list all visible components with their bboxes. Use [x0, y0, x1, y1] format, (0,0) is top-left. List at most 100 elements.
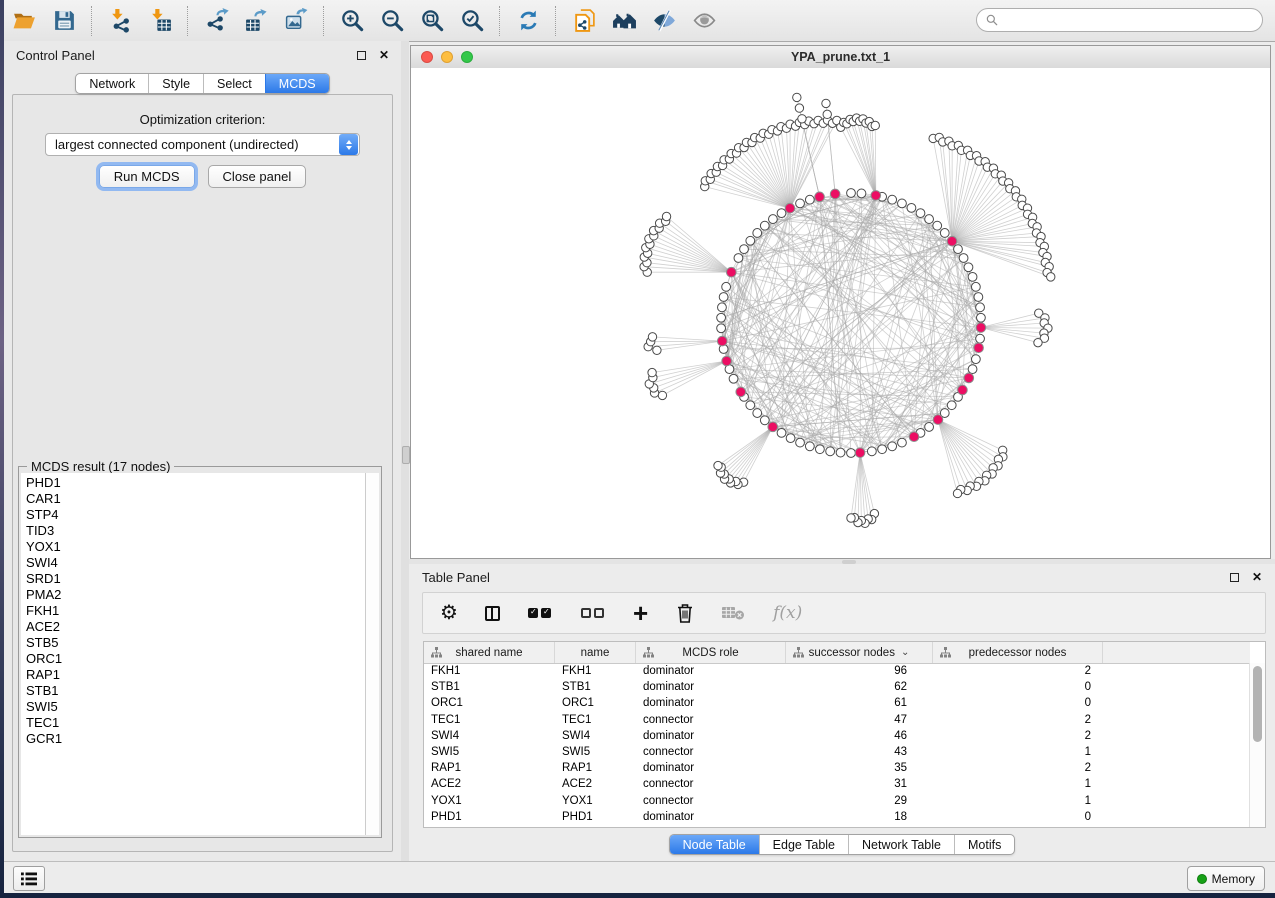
group-nodes-icon[interactable] [607, 6, 641, 36]
mcds-result-item[interactable]: SWI5 [21, 699, 365, 715]
mcds-result-item[interactable]: ORC1 [21, 651, 365, 667]
table-cell: ACE2 [424, 778, 555, 790]
table-row[interactable]: STB1STB1dominator620 [424, 679, 1250, 695]
deselect-all-icon[interactable] [580, 601, 606, 625]
node-table-body: FKH1FKH1dominator962STB1STB1dominator620… [424, 663, 1250, 827]
mcds-result-item[interactable]: TID3 [21, 523, 365, 539]
refresh-view-icon[interactable] [511, 6, 545, 36]
table-cell: 35 [786, 762, 933, 774]
splitter-grip[interactable] [842, 560, 856, 564]
mcds-result-item[interactable]: STP4 [21, 507, 365, 523]
mcds-result-item[interactable]: STB1 [21, 683, 365, 699]
mcds-result-item[interactable]: GCR1 [21, 731, 365, 747]
zoom-out-icon[interactable] [375, 6, 409, 36]
run-mcds-button[interactable]: Run MCDS [99, 165, 195, 188]
close-table-panel-icon[interactable]: ✕ [1252, 573, 1262, 582]
mcds-result-group: MCDS result (17 nodes) PHD1CAR1STP4TID3Y… [18, 466, 382, 838]
zoom-selected-icon[interactable] [455, 6, 489, 36]
table-cell: SWI4 [424, 730, 555, 742]
tab-mcds[interactable]: MCDS [265, 74, 329, 93]
tab-edge-table[interactable]: Edge Table [759, 835, 848, 854]
column-header-shared-name[interactable]: shared name [424, 642, 555, 663]
close-panel-button[interactable]: Close panel [208, 165, 307, 188]
delete-columns-icon[interactable] [675, 601, 695, 625]
mcds-result-item[interactable]: RAP1 [21, 667, 365, 683]
table-cell: 46 [786, 730, 933, 742]
table-row[interactable]: ORC1ORC1dominator610 [424, 695, 1250, 711]
column-header-MCDS-role[interactable]: MCDS role [636, 642, 786, 663]
table-row[interactable]: SWI5SWI5connector431 [424, 744, 1250, 760]
mcds-result-item[interactable]: TEC1 [21, 715, 365, 731]
select-stepper-icon [339, 134, 358, 155]
mcds-result-item[interactable]: STB5 [21, 635, 365, 651]
table-row[interactable]: RAP1RAP1dominator352 [424, 760, 1250, 776]
network-from-document-icon[interactable] [567, 6, 601, 36]
open-session-icon[interactable] [7, 6, 41, 36]
search-box[interactable] [976, 8, 1263, 32]
table-cell: 0 [933, 811, 1103, 823]
tab-style[interactable]: Style [148, 74, 203, 93]
control-panel-tabs-row: NetworkStyleSelectMCDS [4, 73, 401, 94]
toolbar-separator [555, 6, 557, 36]
table-cell: 0 [933, 697, 1103, 709]
memory-button[interactable]: Memory [1187, 866, 1265, 891]
float-panel-icon[interactable] [357, 51, 366, 60]
float-table-panel-icon[interactable] [1230, 573, 1239, 582]
column-header-name[interactable]: name [555, 642, 636, 663]
hide-selected-icon[interactable] [647, 6, 681, 36]
mcds-result-scrollbar[interactable] [366, 473, 379, 835]
table-scrollbar[interactable] [1249, 663, 1265, 827]
add-column-icon[interactable]: + [633, 601, 648, 625]
mcds-result-item[interactable]: CAR1 [21, 491, 365, 507]
mcds-result-item[interactable]: PHD1 [21, 475, 365, 491]
scrollbar-thumb[interactable] [1253, 666, 1262, 742]
table-row[interactable]: TEC1TEC1connector472 [424, 712, 1250, 728]
mcds-result-item[interactable]: SRD1 [21, 571, 365, 587]
table-cell: connector [636, 714, 786, 726]
table-toolbar: ⚙ + f(x) [422, 592, 1266, 634]
column-label: name [581, 647, 610, 659]
table-cell: RAP1 [424, 762, 555, 774]
export-image-icon[interactable] [279, 6, 313, 36]
table-row[interactable]: ACE2ACE2connector311 [424, 776, 1250, 792]
mcds-result-item[interactable]: ACE2 [21, 619, 365, 635]
column-header-predecessor-nodes[interactable]: predecessor nodes [933, 642, 1103, 663]
import-table-icon[interactable] [143, 6, 177, 36]
export-table-icon[interactable] [239, 6, 273, 36]
table-row[interactable]: PHD1PHD1dominator180 [424, 809, 1250, 825]
network-graph[interactable] [411, 68, 1270, 558]
tab-motifs[interactable]: Motifs [954, 835, 1014, 854]
mcds-result-list[interactable]: PHD1CAR1STP4TID3YOX1SWI4SRD1PMA2FKH1ACE2… [21, 473, 366, 835]
tab-node-table[interactable]: Node Table [670, 835, 759, 854]
table-row[interactable]: FKH1FKH1dominator962 [424, 663, 1250, 679]
select-all-icon[interactable] [527, 601, 553, 625]
zoom-fit-icon[interactable] [415, 6, 449, 36]
mcds-result-item[interactable]: FKH1 [21, 603, 365, 619]
table-cell: 0 [933, 681, 1103, 693]
mcds-result-item[interactable]: YOX1 [21, 539, 365, 555]
vertical-splitter[interactable] [401, 41, 409, 862]
table-cell: connector [636, 778, 786, 790]
table-cell: 29 [786, 795, 933, 807]
split-panel-icon[interactable] [485, 601, 500, 625]
save-session-icon[interactable] [47, 6, 81, 36]
zoom-in-icon[interactable] [335, 6, 369, 36]
table-row[interactable]: SWI4SWI4dominator462 [424, 728, 1250, 744]
task-history-button[interactable] [13, 866, 45, 891]
tab-select[interactable]: Select [203, 74, 265, 93]
tab-network[interactable]: Network [76, 74, 148, 93]
network-view[interactable] [411, 68, 1270, 558]
search-input[interactable] [1003, 12, 1262, 28]
close-panel-icon[interactable]: ✕ [379, 51, 389, 60]
tab-network-table[interactable]: Network Table [848, 835, 954, 854]
show-all-icon[interactable] [687, 6, 721, 36]
mcds-result-item[interactable]: PMA2 [21, 587, 365, 603]
column-header-successor-nodes[interactable]: successor nodes⌄ [786, 642, 933, 663]
criterion-select[interactable]: largest connected component (undirected) [45, 133, 360, 156]
export-network-icon[interactable] [199, 6, 233, 36]
settings-icon[interactable]: ⚙ [440, 601, 458, 625]
search-icon [985, 13, 999, 27]
table-row[interactable]: YOX1YOX1connector291 [424, 793, 1250, 809]
mcds-result-item[interactable]: SWI4 [21, 555, 365, 571]
import-network-icon[interactable] [103, 6, 137, 36]
